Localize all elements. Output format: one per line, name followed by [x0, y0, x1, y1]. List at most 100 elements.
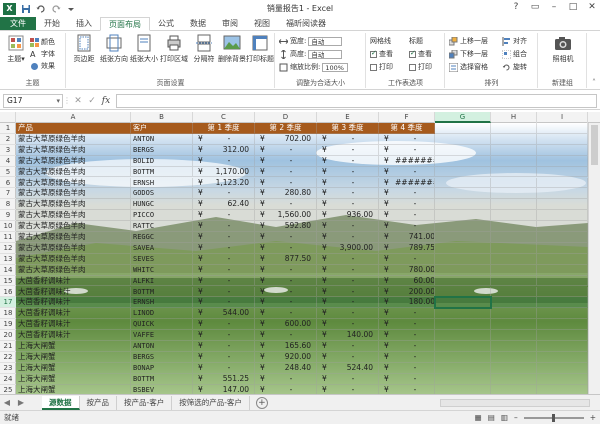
- cell-d13[interactable]: ¥877.50: [255, 253, 317, 265]
- cell-g20[interactable]: [435, 330, 491, 341]
- cell-a4[interactable]: 蒙古大草原绿色羊肉: [16, 155, 131, 167]
- cell-b5[interactable]: BOTTM: [131, 166, 193, 178]
- cell-c15[interactable]: ¥ -: [193, 275, 255, 287]
- cell-f5[interactable]: ¥ -: [379, 166, 435, 178]
- prev-sheet-icon[interactable]: ◀: [0, 398, 14, 407]
- tab-review[interactable]: 审阅: [214, 17, 246, 30]
- row-header-2[interactable]: 2: [0, 134, 16, 145]
- cell-d7[interactable]: ¥280.80: [255, 188, 317, 200]
- cell-f13[interactable]: ¥ -: [379, 253, 435, 265]
- cell-f4[interactable]: ¥ #########: [379, 155, 435, 167]
- delete-background-button[interactable]: 删除背景: [217, 34, 247, 64]
- cell-e12[interactable]: ¥3,900.00: [317, 242, 379, 254]
- cell-d25[interactable]: ¥ -: [255, 384, 317, 394]
- normal-view-icon[interactable]: ▦: [475, 413, 482, 422]
- cell-g13[interactable]: [435, 253, 491, 265]
- fonts-button[interactable]: A 字体: [30, 49, 55, 59]
- cell-c14[interactable]: ¥ -: [193, 264, 255, 276]
- cell-c24[interactable]: ¥551.25: [193, 373, 255, 385]
- cell-e1[interactable]: 第 3 季度: [317, 123, 379, 134]
- cell-d23[interactable]: ¥248.40: [255, 362, 317, 374]
- cell-d5[interactable]: ¥ -: [255, 166, 317, 178]
- cell-e25[interactable]: ¥ -: [317, 384, 379, 394]
- cell-h15[interactable]: [491, 275, 537, 287]
- row-header-22[interactable]: 22: [0, 352, 16, 363]
- cell-b8[interactable]: HUNGC: [131, 199, 193, 211]
- tab-home[interactable]: 开始: [36, 17, 68, 30]
- cell-d16[interactable]: ¥ -: [255, 286, 317, 298]
- cell-c11[interactable]: ¥ -: [193, 232, 255, 243]
- cell-d21[interactable]: ¥165.60: [255, 341, 317, 352]
- column-header-i[interactable]: I: [537, 112, 588, 123]
- tab-page-layout[interactable]: 页面布局: [100, 17, 150, 31]
- worksheet[interactable]: ABCDEFGHI 1 2 3 4 5 6 7 8 9 10 11 12 13 14 15 16 17 18 19 2…: [0, 112, 600, 394]
- cell-g2[interactable]: [435, 133, 491, 145]
- cancel-icon[interactable]: ✕: [71, 96, 85, 106]
- cell-a19[interactable]: 大茴香籽调味汁: [16, 319, 131, 331]
- cell-i10[interactable]: [537, 221, 588, 232]
- row-header-18[interactable]: 18: [0, 308, 16, 320]
- cell-c19[interactable]: ¥ -: [193, 319, 255, 331]
- cell-e10[interactable]: ¥ -: [317, 221, 379, 232]
- column-header-c[interactable]: C: [193, 112, 255, 123]
- cell-g8[interactable]: [435, 199, 491, 211]
- cell-e4[interactable]: ¥ -: [317, 155, 379, 167]
- zoom-in-icon[interactable]: +: [590, 413, 596, 422]
- add-sheet-icon[interactable]: +: [255, 396, 268, 409]
- row-header-10[interactable]: 10: [0, 221, 16, 232]
- print-area-button[interactable]: 打印区域: [159, 34, 189, 64]
- cell-g23[interactable]: [435, 362, 491, 374]
- tab-foxit-reader[interactable]: 福昕阅读器: [278, 17, 334, 30]
- cell-c21[interactable]: ¥ -: [193, 341, 255, 352]
- cell-a13[interactable]: 蒙古大草原绿色羊肉: [16, 253, 131, 265]
- cell-c25[interactable]: ¥147.00: [193, 384, 255, 394]
- cell-h7[interactable]: [491, 188, 537, 200]
- cell-e8[interactable]: ¥ -: [317, 199, 379, 211]
- insert-function-icon[interactable]: fx: [99, 96, 113, 106]
- cell-h19[interactable]: [491, 319, 537, 331]
- cell-b2[interactable]: ANTON: [131, 133, 193, 145]
- cell-b3[interactable]: BERGS: [131, 144, 193, 156]
- cell-g19[interactable]: [435, 319, 491, 331]
- cell-d3[interactable]: ¥ -: [255, 144, 317, 156]
- cell-a20[interactable]: 大茴香籽调味汁: [16, 330, 131, 341]
- cell-e16[interactable]: ¥ -: [317, 286, 379, 298]
- cell-c23[interactable]: ¥ -: [193, 362, 255, 374]
- cell-d17[interactable]: ¥ -: [255, 297, 317, 309]
- cell-e17[interactable]: ¥ -: [317, 297, 379, 309]
- cell-b11[interactable]: REGGC: [131, 232, 193, 243]
- column-header-h[interactable]: H: [491, 112, 537, 123]
- cell-a21[interactable]: 上海大闸蟹: [16, 341, 131, 352]
- cell-i12[interactable]: [537, 242, 588, 254]
- cell-h24[interactable]: [491, 373, 537, 385]
- cell-d18[interactable]: ¥ -: [255, 308, 317, 320]
- row-header-1[interactable]: 1: [0, 123, 16, 134]
- cell-c2[interactable]: ¥ -: [193, 133, 255, 145]
- cell-g24[interactable]: [435, 373, 491, 385]
- size-button[interactable]: 纸张大小: [129, 34, 159, 64]
- cell-b24[interactable]: BOTTM: [131, 373, 193, 385]
- cell-b14[interactable]: WHITC: [131, 264, 193, 276]
- bring-forward-button[interactable]: 上移一层: [449, 36, 488, 46]
- cell-i25[interactable]: [537, 384, 588, 394]
- ribbon-display-icon[interactable]: ▭: [529, 1, 541, 13]
- colors-button[interactable]: 颜色: [30, 37, 55, 47]
- cell-h14[interactable]: [491, 264, 537, 276]
- cell-b7[interactable]: GODOS: [131, 188, 193, 200]
- camera-button[interactable]: 照相机: [548, 34, 578, 64]
- cell-f20[interactable]: ¥ -: [379, 330, 435, 341]
- row-header-11[interactable]: 11: [0, 232, 16, 243]
- cell-b1[interactable]: 客户: [131, 123, 193, 134]
- cell-b22[interactable]: BERGS: [131, 351, 193, 363]
- cell-a14[interactable]: 蒙古大草原绿色羊肉: [16, 264, 131, 276]
- column-header-a[interactable]: A: [16, 112, 131, 123]
- cell-b9[interactable]: PICCO: [131, 210, 193, 222]
- scale-input[interactable]: 100%: [322, 62, 349, 72]
- cell-a12[interactable]: 蒙古大草原绿色羊肉: [16, 242, 131, 254]
- cell-e9[interactable]: ¥936.00: [317, 210, 379, 222]
- cell-b18[interactable]: LINOD: [131, 308, 193, 320]
- vertical-scrollbar[interactable]: [588, 123, 600, 394]
- cell-c16[interactable]: ¥ -: [193, 286, 255, 298]
- column-header-d[interactable]: D: [255, 112, 317, 123]
- cell-h18[interactable]: [491, 308, 537, 320]
